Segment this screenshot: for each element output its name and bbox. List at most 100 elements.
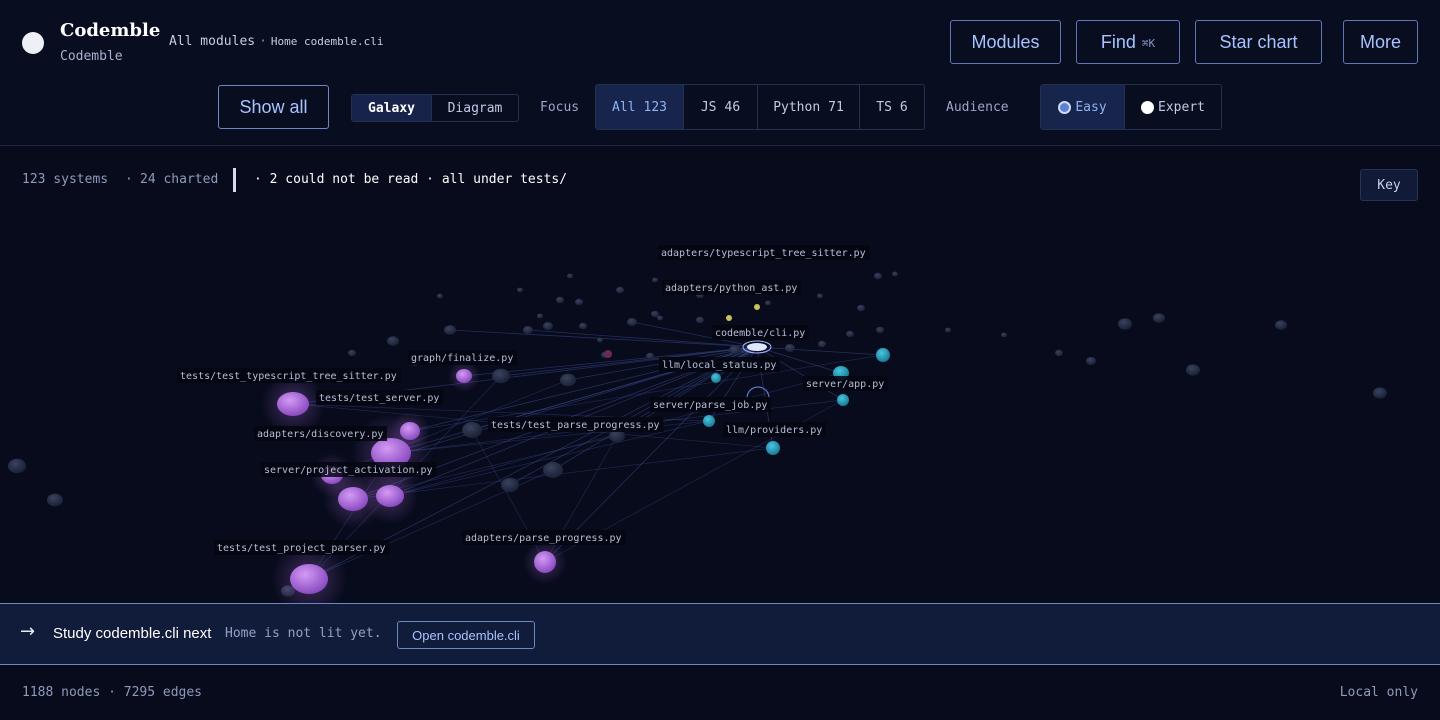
audience-expert-option[interactable]: Expert bbox=[1125, 85, 1221, 129]
graph-node bbox=[652, 277, 658, 283]
find-button[interactable]: Find ⌘K bbox=[1076, 20, 1180, 64]
more-button[interactable]: More bbox=[1343, 20, 1418, 64]
graph-node bbox=[703, 415, 715, 427]
modules-button-label: Modules bbox=[971, 31, 1040, 52]
graph-node bbox=[556, 296, 564, 304]
graph-node bbox=[534, 551, 556, 573]
modules-button[interactable]: Modules bbox=[950, 20, 1061, 64]
graph-node bbox=[543, 322, 553, 330]
focus-filter-ts-label: TS bbox=[876, 99, 892, 115]
graph-node bbox=[1001, 332, 1007, 338]
graph-node bbox=[627, 318, 637, 326]
graph-node bbox=[837, 394, 849, 406]
status-dot: · bbox=[125, 172, 133, 187]
next-step-banner: → Study codemble.cli next Home is not li… bbox=[0, 603, 1440, 665]
graph-node bbox=[785, 344, 795, 352]
graph-node bbox=[711, 373, 721, 383]
focus-filter-all-count: 123 bbox=[643, 99, 667, 115]
graph-node bbox=[846, 330, 854, 338]
graph-node-label: tests/test_project_parser.py bbox=[217, 543, 386, 554]
focus-filter-ts[interactable]: TS 6 bbox=[860, 85, 924, 129]
graph-node-label: adapters/typescript_tree_sitter.py bbox=[661, 248, 866, 259]
graph-node bbox=[765, 300, 771, 306]
view-mode-toggle: Galaxy Diagram bbox=[351, 94, 519, 122]
star-chart-button-label: Star chart bbox=[1219, 31, 1298, 52]
graph-node-ring bbox=[746, 386, 770, 399]
graph-edge bbox=[756, 346, 884, 356]
status-divider bbox=[233, 168, 236, 192]
galaxy-graph[interactable]: adapters/typescript_tree_sitter.pyadapte… bbox=[0, 206, 1440, 604]
graph-node bbox=[754, 304, 760, 310]
next-step-title: Study codemble.cli next bbox=[53, 625, 212, 642]
graph-node bbox=[766, 441, 780, 455]
focus-filter-python[interactable]: Python 71 bbox=[758, 85, 860, 129]
graph-node bbox=[47, 493, 63, 507]
star-chart-button[interactable]: Star chart bbox=[1195, 20, 1322, 64]
graph-node-label: codemble/cli.py bbox=[715, 328, 805, 339]
graph-node bbox=[1275, 320, 1287, 330]
graph-node-label: llm/local_status.py bbox=[662, 360, 776, 371]
audience-easy-label: Easy bbox=[1075, 99, 1107, 115]
focus-filter-all[interactable]: All 123 bbox=[596, 85, 684, 129]
charted-count: 24 charted bbox=[140, 172, 219, 187]
show-all-label: Show all bbox=[239, 96, 308, 117]
focus-filter-python-count: 71 bbox=[828, 99, 844, 115]
find-shortcut: ⌘K bbox=[1141, 37, 1156, 50]
view-mode-galaxy[interactable]: Galaxy bbox=[352, 95, 432, 121]
audience-label: Audience bbox=[946, 100, 1009, 115]
focus-filter-js[interactable]: JS 46 bbox=[684, 85, 758, 129]
graph-node bbox=[400, 422, 420, 440]
graph-node bbox=[376, 485, 404, 507]
parse-warning: · 2 could not be read · all under tests/ bbox=[254, 172, 568, 187]
graph-node bbox=[876, 348, 890, 362]
graph-node bbox=[462, 422, 482, 438]
graph-node bbox=[575, 298, 583, 306]
more-button-label: More bbox=[1359, 31, 1401, 52]
graph-node bbox=[579, 322, 587, 330]
graph-node-label: server/parse_job.py bbox=[653, 400, 767, 411]
breadcrumb-current: Home codemble.cli bbox=[270, 35, 384, 48]
graph-node bbox=[456, 369, 472, 383]
app-subtitle: Codemble bbox=[60, 49, 123, 64]
graph-node bbox=[729, 345, 741, 355]
graph-node-selected bbox=[747, 343, 767, 351]
app-title: Codemble bbox=[60, 20, 161, 41]
focus-filter-all-label: All bbox=[612, 99, 636, 115]
graph-node bbox=[543, 462, 563, 478]
graph-node bbox=[537, 313, 543, 319]
graph-node bbox=[651, 310, 659, 318]
view-mode-diagram[interactable]: Diagram bbox=[432, 95, 518, 121]
graph-node bbox=[1055, 349, 1063, 357]
graph-node-label: server/project_activation.py bbox=[264, 465, 433, 476]
graph-node bbox=[616, 286, 624, 294]
graph-node bbox=[348, 349, 356, 357]
graph-node bbox=[604, 350, 612, 358]
graph-node bbox=[523, 326, 533, 334]
graph-edge bbox=[449, 329, 758, 348]
focus-filter-js-count: 46 bbox=[724, 99, 741, 115]
graph-node-label: tests/test_server.py bbox=[319, 393, 439, 404]
graph-node bbox=[517, 287, 523, 293]
breadcrumb-root[interactable]: All modules bbox=[169, 34, 255, 49]
graph-node bbox=[657, 315, 663, 321]
next-step-note: Home is not lit yet. bbox=[225, 626, 382, 641]
graph-node-label: graph/finalize.py bbox=[411, 353, 513, 364]
focus-filter-js-label: JS bbox=[700, 99, 717, 115]
graph-node-label: adapters/python_ast.py bbox=[665, 283, 797, 294]
graph-node bbox=[444, 325, 456, 335]
graph-node bbox=[387, 336, 399, 346]
audience-easy-option[interactable]: Easy bbox=[1041, 85, 1125, 129]
focus-label: Focus bbox=[540, 100, 580, 115]
graph-node bbox=[437, 293, 443, 299]
graph-node bbox=[1186, 364, 1200, 376]
open-module-button[interactable]: Open codemble.cli bbox=[397, 621, 535, 649]
graph-stats: 1188 nodes · 7295 edges bbox=[22, 685, 203, 700]
audience-toggle: Easy Expert bbox=[1040, 84, 1222, 130]
graph-node bbox=[696, 316, 704, 324]
graph-node bbox=[876, 326, 884, 334]
focus-filter-group: All 123 JS 46 Python 71 TS 6 bbox=[595, 84, 925, 130]
show-all-button[interactable]: Show all bbox=[218, 85, 329, 129]
graph-node bbox=[857, 304, 865, 312]
key-button[interactable]: Key bbox=[1360, 169, 1418, 201]
graph-node bbox=[945, 327, 951, 333]
